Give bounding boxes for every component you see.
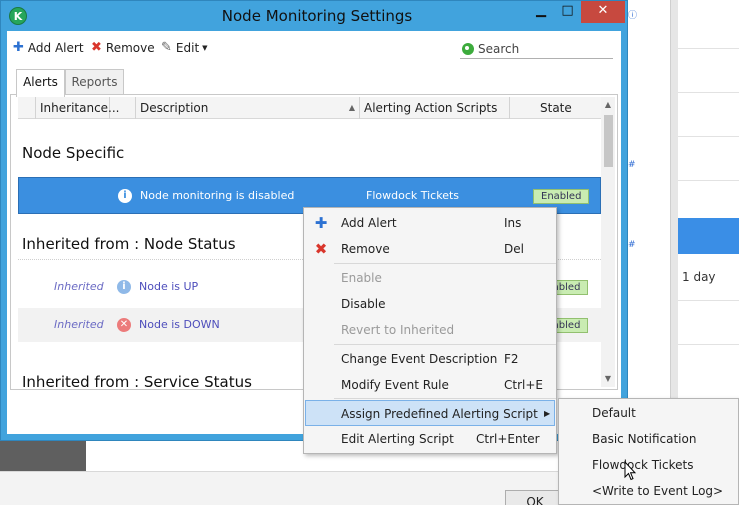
menu-item-label: Add Alert — [341, 216, 397, 230]
menu-item-add-alert[interactable]: ✚ Add Alert Ins — [305, 210, 555, 236]
menu-item-disable[interactable]: Disable — [305, 291, 555, 317]
menu-item-shortcut: Del — [504, 242, 524, 256]
tab-reports[interactable]: Reports — [65, 69, 124, 95]
background-dialog-footer — [0, 471, 560, 505]
column-header-description[interactable]: Description ▲ — [136, 97, 360, 119]
menu-separator — [334, 263, 556, 264]
pencil-icon: ✎ — [161, 40, 172, 55]
menu-item-revert-to-inherited: Revert to Inherited — [305, 317, 555, 343]
menu-item-shortcut: Ins — [504, 216, 522, 230]
row-inheritance: Inherited — [54, 280, 104, 293]
menu-item-label: Revert to Inherited — [341, 323, 455, 337]
scroll-down-arrow-icon[interactable]: ▼ — [601, 371, 615, 387]
background-divider — [678, 344, 739, 345]
menu-item-label: Remove — [341, 242, 390, 256]
group-title-node-status: Inherited from : Node Status — [22, 235, 236, 253]
row-description: Node is DOWN — [139, 318, 220, 331]
info-icon: i — [118, 189, 132, 203]
scroll-up-arrow-icon[interactable]: ▲ — [601, 97, 615, 113]
menu-item-assign-predefined-alerting-script[interactable]: Assign Predefined Alerting Script ▶ — [305, 400, 555, 426]
remove-label: Remove — [105, 40, 155, 55]
menu-item-label: Edit Alerting Script — [341, 432, 454, 446]
column-header-alerting-scripts[interactable]: Alerting Action Scripts — [360, 97, 510, 119]
background-divider — [678, 48, 739, 49]
column-header-description-label: Description — [140, 101, 209, 115]
background-selected-row — [678, 218, 739, 254]
menu-item-shortcut: F2 — [504, 352, 519, 366]
menu-item-enable: Enable — [305, 265, 555, 291]
menu-item-shortcut: Ctrl+E — [504, 378, 543, 392]
ok-button[interactable]: OK — [505, 490, 565, 505]
minimize-button[interactable]: ▁ — [528, 1, 554, 23]
menu-item-edit-alerting-script[interactable]: Edit Alerting Script Ctrl+Enter — [305, 426, 555, 452]
group-title-service-status: Inherited from : Service Status — [22, 373, 252, 387]
scroll-thumb[interactable] — [604, 115, 613, 167]
menu-item-label: Disable — [341, 297, 386, 311]
sort-ascending-icon: ▲ — [348, 103, 355, 112]
submenu-item-default[interactable]: Default — [592, 400, 636, 426]
menu-item-remove[interactable]: ✖ Remove Del — [305, 236, 555, 262]
edit-dropdown-button[interactable]: ✎ Edit ▼ — [161, 40, 208, 55]
close-button[interactable]: ✕ — [581, 1, 625, 23]
menu-item-label: Assign Predefined Alerting Script — [341, 407, 538, 421]
maximize-button[interactable]: □ — [554, 1, 581, 23]
group-title-node-specific: Node Specific — [22, 144, 125, 162]
add-alert-label: Add Alert — [27, 40, 84, 55]
row-inheritance: Inherited — [54, 318, 104, 331]
menu-separator — [334, 398, 556, 399]
grid-header: Inheritance... Description ▲ Alerting Ac… — [18, 97, 601, 119]
submenu-arrow-icon: ▶ — [544, 409, 551, 418]
background-divider — [678, 180, 739, 181]
mouse-cursor-icon — [624, 461, 636, 481]
submenu-item-write-to-event-log[interactable]: <Write to Event Log> — [592, 478, 723, 504]
column-header-state[interactable]: State — [510, 97, 601, 119]
column-header-inheritance[interactable]: Inheritance... — [36, 97, 120, 119]
background-marker-icon: # — [628, 160, 636, 170]
background-divider — [678, 92, 739, 93]
plus-icon: ✚ — [13, 40, 24, 55]
remove-icon: ✖ — [91, 40, 102, 55]
background-splitter — [670, 0, 678, 400]
background-divider — [678, 300, 739, 301]
menu-item-modify-event-rule[interactable]: Modify Event Rule Ctrl+E — [305, 372, 555, 398]
search-icon — [462, 42, 474, 55]
error-icon: ✕ — [117, 318, 131, 332]
menu-item-label: Enable — [341, 271, 382, 285]
submenu-item-flowdock-tickets[interactable]: Flowdock Tickets — [592, 452, 693, 478]
vertical-scrollbar[interactable]: ▲ ▼ — [601, 97, 615, 387]
row-description: Node monitoring is disabled — [140, 189, 295, 202]
caret-down-icon: ▼ — [202, 43, 208, 52]
toolbar: ✚ Add Alert ✖ Remove ✎ Edit ▼ — [7, 37, 621, 59]
assign-script-submenu: Default Basic Notification Flowdock Tick… — [558, 398, 739, 505]
info-icon: i — [117, 280, 131, 294]
background-divider — [678, 136, 739, 137]
plus-icon: ✚ — [314, 214, 328, 232]
row-description: Node is UP — [139, 280, 199, 293]
background-taskbar-fragment — [0, 441, 86, 471]
add-alert-button[interactable]: ✚ Add Alert — [13, 40, 84, 55]
submenu-item-basic-notification[interactable]: Basic Notification — [592, 426, 696, 452]
menu-item-shortcut: Ctrl+Enter — [476, 432, 540, 446]
menu-item-label: Change Event Description — [341, 352, 498, 366]
search-box[interactable] — [460, 39, 613, 59]
menu-separator — [334, 344, 556, 345]
column-header-icon[interactable] — [110, 97, 136, 119]
menu-item-change-event-description[interactable]: Change Event Description F2 — [305, 346, 555, 372]
remove-icon: ✖ — [314, 240, 328, 258]
search-input[interactable] — [478, 41, 608, 56]
tab-alerts[interactable]: Alerts — [16, 69, 65, 97]
grid-header-spacer — [18, 97, 36, 119]
title-bar[interactable]: K Node Monitoring Settings ▁ □ ✕ — [1, 1, 627, 31]
edit-label: Edit — [175, 40, 200, 55]
context-menu: ✚ Add Alert Ins ✖ Remove Del Enable Disa… — [303, 207, 557, 454]
status-badge: Enabled — [533, 189, 590, 204]
background-duration-text: 1 day — [682, 270, 716, 284]
menu-item-label: Modify Event Rule — [341, 378, 449, 392]
background-marker-icon: # — [628, 240, 636, 250]
remove-button[interactable]: ✖ Remove — [91, 40, 155, 55]
